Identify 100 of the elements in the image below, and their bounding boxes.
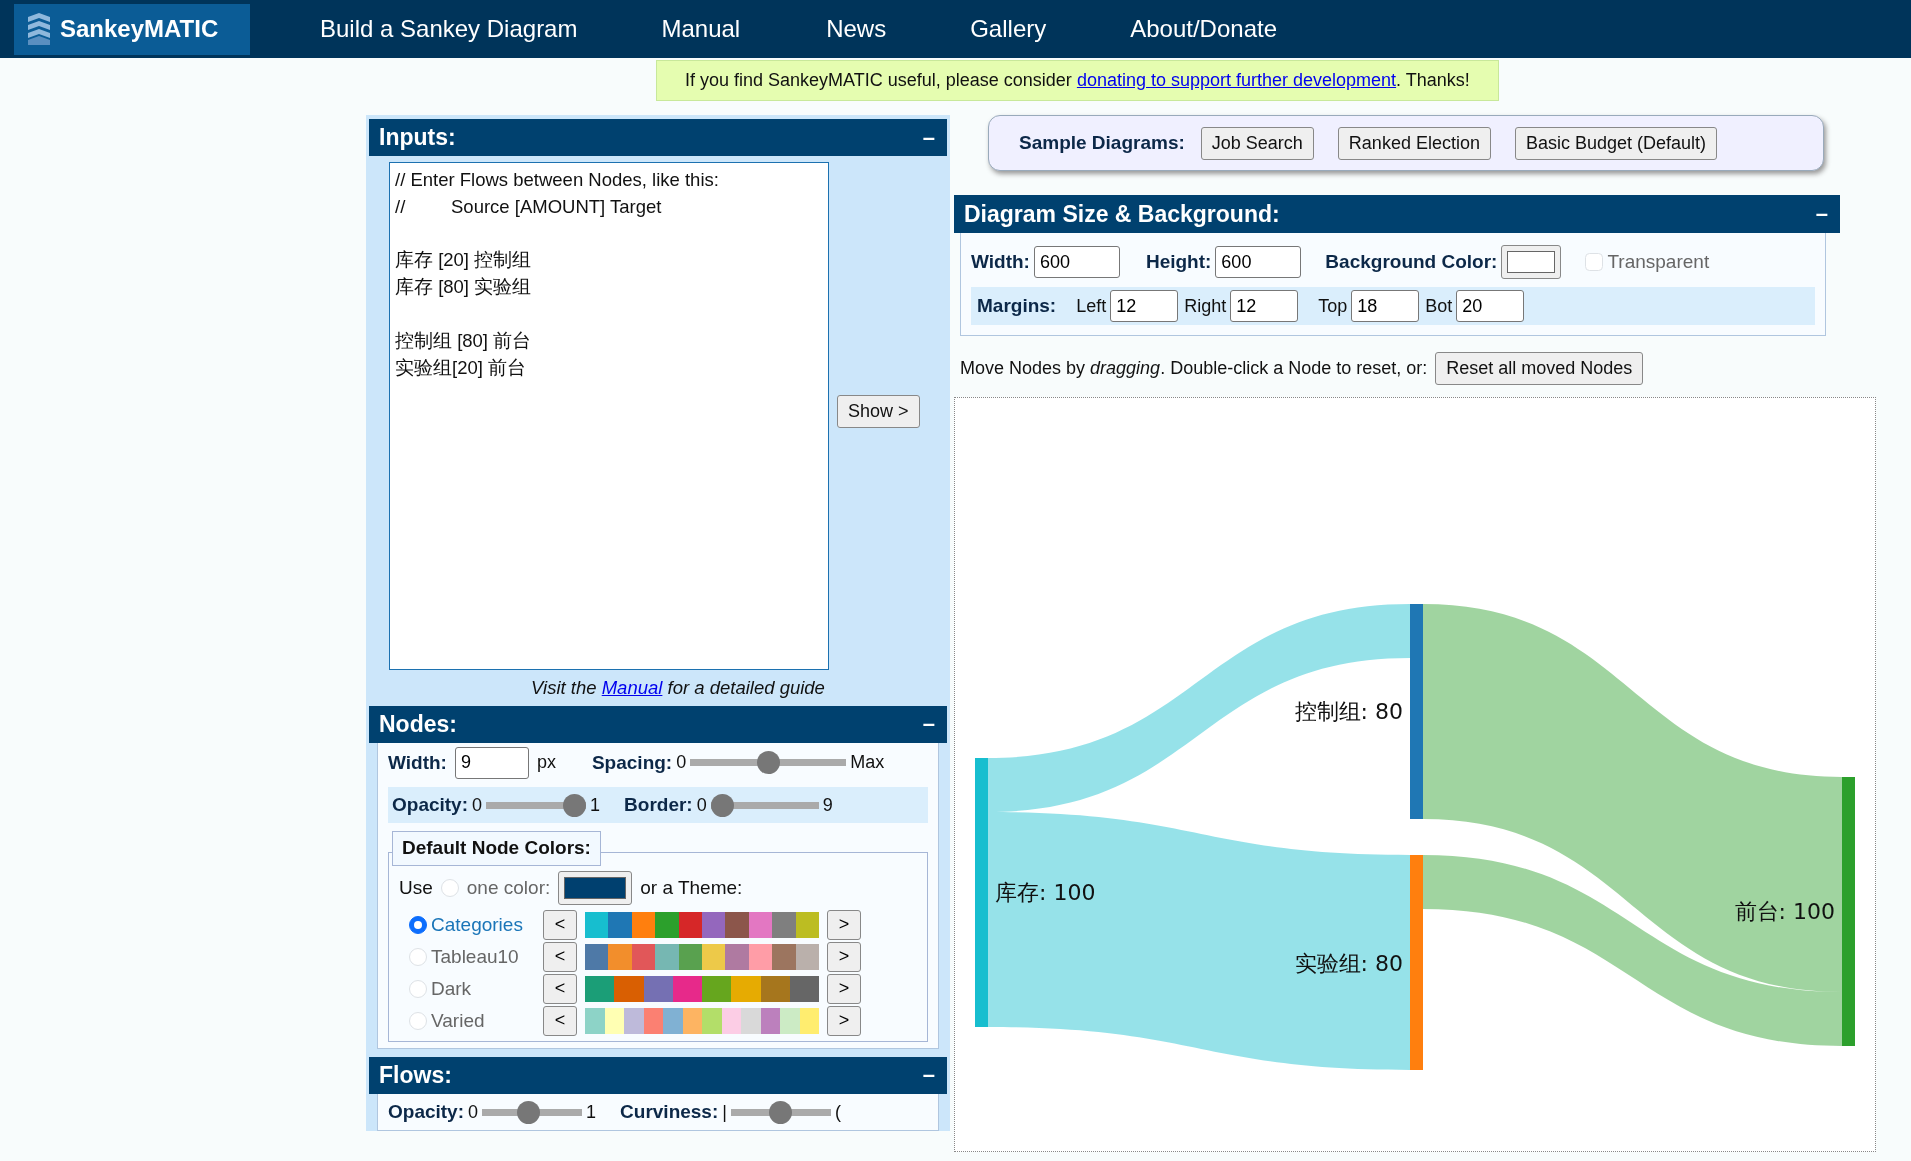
slider-thumb[interactable] bbox=[563, 793, 587, 817]
checkbox-label: Transparent bbox=[1607, 249, 1710, 274]
text-field[interactable]: 12 bbox=[1230, 290, 1299, 322]
field-label: Width: bbox=[971, 249, 1030, 274]
node-bar[interactable] bbox=[975, 758, 988, 1027]
field-label: Top bbox=[1318, 294, 1348, 318]
previous-button[interactable]: < bbox=[543, 1005, 577, 1036]
slider-max-label: ( bbox=[834, 1100, 841, 1124]
sample-button[interactable]: Job Search bbox=[1200, 126, 1314, 160]
donation-notice: If you find SankeyMATIC useful, please consider donating to support further development. Thanks! bbox=[656, 60, 1499, 101]
slider-thumb[interactable] bbox=[710, 793, 734, 817]
sample-label: Sample Diagrams: bbox=[1019, 130, 1185, 155]
nav-link[interactable]: News bbox=[826, 11, 887, 47]
next-button[interactable]: > bbox=[827, 973, 861, 1004]
collapse-button[interactable]: – bbox=[1813, 203, 1830, 225]
theme-palette[interactable] bbox=[585, 975, 819, 1002]
guide-text: Visit the Manual for a detailed guide bbox=[530, 676, 826, 700]
show-button[interactable]: Show > bbox=[837, 394, 920, 428]
text-line: 库存 [20] 控制组 bbox=[395, 248, 533, 273]
node-label: 实验组: 80 bbox=[1294, 950, 1403, 976]
option-label: one color: bbox=[466, 875, 551, 900]
text-line: // Enter Flows between Nodes, like this: bbox=[395, 168, 720, 192]
text-field[interactable]: 20 bbox=[1456, 290, 1525, 322]
slider-max-label: Max bbox=[850, 751, 885, 775]
slider-min-label: 0 bbox=[468, 1100, 479, 1124]
slider-label: Curviness: bbox=[620, 1099, 719, 1124]
collapse-button[interactable]: – bbox=[920, 1064, 937, 1087]
field-label: Left bbox=[1076, 294, 1107, 318]
color-picker[interactable] bbox=[1501, 245, 1562, 279]
flows-input[interactable]: // Enter Flows between Nodes, like this: // Source [AMOUNT] Target 库存 [20] 控制组 库存 [80] 实验组 控制组 [80] 前台 实验组[20] 前台 bbox=[389, 162, 829, 670]
node-bar[interactable] bbox=[1410, 855, 1423, 1070]
field-label: Width: bbox=[388, 750, 447, 775]
theme-palette[interactable] bbox=[585, 943, 819, 970]
text-field[interactable]: 18 bbox=[1351, 290, 1420, 322]
text-line: 实验组[20] 前台 bbox=[395, 355, 527, 380]
reset-nodes-button[interactable]: Reset all moved Nodes bbox=[1435, 352, 1644, 385]
unit-label: px bbox=[536, 751, 556, 775]
nav-link[interactable]: Build a Sankey Diagram bbox=[320, 11, 578, 47]
manual-link[interactable]: Manual bbox=[601, 677, 663, 698]
collapse-button[interactable]: – bbox=[920, 126, 937, 149]
radio-button[interactable] bbox=[409, 915, 427, 934]
slider-label: Opacity: bbox=[392, 792, 469, 817]
theme-label[interactable]: Varied bbox=[431, 1006, 543, 1035]
node-label: 前台: 100 bbox=[1734, 898, 1835, 924]
width-field[interactable]: 9 bbox=[454, 746, 529, 779]
field-label: Bot bbox=[1425, 294, 1453, 318]
previous-button[interactable]: < bbox=[543, 941, 577, 972]
theme-palette[interactable] bbox=[585, 911, 819, 938]
next-button[interactable]: > bbox=[827, 941, 861, 972]
previous-button[interactable]: < bbox=[543, 973, 577, 1004]
slider-max-label: 1 bbox=[590, 793, 601, 817]
theme-label[interactable]: Dark bbox=[431, 974, 543, 1003]
text-line: Source [AMOUNT] Target bbox=[451, 194, 662, 219]
slider-thumb[interactable] bbox=[756, 751, 780, 775]
nav-link[interactable]: Manual bbox=[661, 11, 741, 47]
slider-thumb[interactable] bbox=[516, 1100, 540, 1124]
theme-label[interactable]: Tableau10 bbox=[431, 942, 543, 971]
move-hint-text: Move Nodes by dragging. Double-click a Node to reset, or: bbox=[960, 357, 1428, 380]
field-label: Background Color: bbox=[1325, 249, 1498, 274]
section-title: Diagram Size & Background: bbox=[964, 199, 1280, 229]
text-field[interactable]: 600 bbox=[1033, 246, 1120, 278]
slider-label: Spacing: bbox=[591, 750, 673, 775]
text-line: // bbox=[395, 194, 407, 219]
text-line: 控制组 [80] 前台 bbox=[395, 328, 533, 353]
color-picker[interactable] bbox=[558, 870, 633, 905]
section-title: Nodes: bbox=[379, 710, 457, 739]
checkbox[interactable] bbox=[1585, 253, 1604, 271]
node-label: 控制组: 80 bbox=[1294, 698, 1403, 724]
field-label: Right bbox=[1184, 294, 1227, 318]
collapse-button[interactable]: – bbox=[920, 713, 937, 736]
next-button[interactable]: > bbox=[827, 1005, 861, 1036]
brand-logo[interactable]: SankeyMATIC bbox=[14, 3, 250, 55]
field-label: Height: bbox=[1145, 249, 1212, 274]
node-bar[interactable] bbox=[1410, 604, 1423, 819]
nav-link[interactable]: About/Donate bbox=[1130, 11, 1277, 47]
logo-icon bbox=[26, 13, 52, 45]
theme-label[interactable]: Categories bbox=[431, 910, 543, 939]
text-field[interactable]: 600 bbox=[1215, 246, 1302, 278]
node-label: 库存: 100 bbox=[995, 879, 1096, 905]
next-button[interactable]: > bbox=[827, 909, 861, 940]
text-field[interactable]: 12 bbox=[1110, 290, 1179, 322]
slider-max-label: 1 bbox=[586, 1100, 597, 1124]
slider-min-label: | bbox=[722, 1100, 727, 1124]
nav-link[interactable]: Gallery bbox=[970, 11, 1047, 47]
donate-link[interactable]: donating to support further development bbox=[1076, 70, 1397, 90]
slider-label: Border: bbox=[624, 792, 693, 817]
use-label: Use bbox=[399, 875, 433, 900]
slider-min-label: 0 bbox=[696, 793, 707, 817]
sample-button[interactable]: Basic Budget (Default) bbox=[1514, 126, 1718, 160]
previous-button[interactable]: < bbox=[543, 909, 577, 940]
theme-palette[interactable] bbox=[585, 1007, 819, 1034]
slider-thumb[interactable] bbox=[769, 1100, 793, 1124]
section-title: Inputs: bbox=[379, 123, 456, 153]
section-title: Flows: bbox=[379, 1061, 452, 1090]
fieldset-legend: Default Node Colors: bbox=[392, 831, 601, 866]
sample-button[interactable]: Ranked Election bbox=[1337, 126, 1491, 160]
field-label: Margins: bbox=[977, 293, 1057, 318]
slider-min-label: 0 bbox=[472, 793, 483, 817]
node-bar[interactable] bbox=[1842, 777, 1855, 1046]
option-label: or a Theme: bbox=[640, 875, 743, 900]
